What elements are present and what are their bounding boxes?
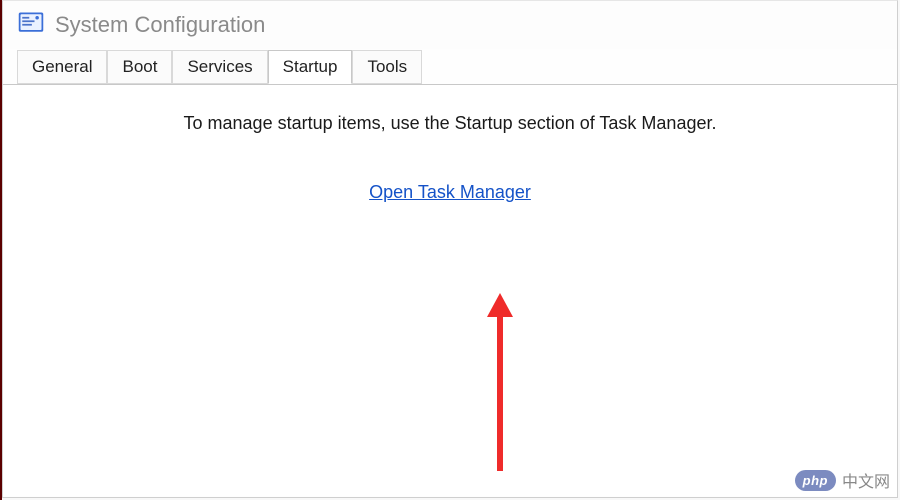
annotation-arrow-icon (485, 293, 515, 473)
watermark-text: 中文网 (842, 468, 890, 492)
msconfig-icon (17, 9, 45, 42)
window-title: System Configuration (55, 12, 265, 38)
watermark: php 中文网 (795, 468, 890, 492)
watermark-badge: php (795, 470, 836, 491)
tab-tools[interactable]: Tools (352, 50, 422, 84)
tab-strip: General Boot Services Startup Tools (3, 49, 897, 85)
msconfig-window: System Configuration General Boot Servic… (2, 0, 898, 498)
tab-boot[interactable]: Boot (107, 50, 172, 84)
titlebar: System Configuration (3, 1, 897, 49)
startup-panel: To manage startup items, use the Startup… (3, 84, 897, 496)
startup-message: To manage startup items, use the Startup… (3, 113, 897, 134)
tab-general[interactable]: General (17, 50, 107, 84)
tab-startup[interactable]: Startup (268, 50, 353, 84)
tab-services[interactable]: Services (172, 50, 267, 84)
open-task-manager-link[interactable]: Open Task Manager (369, 182, 531, 203)
